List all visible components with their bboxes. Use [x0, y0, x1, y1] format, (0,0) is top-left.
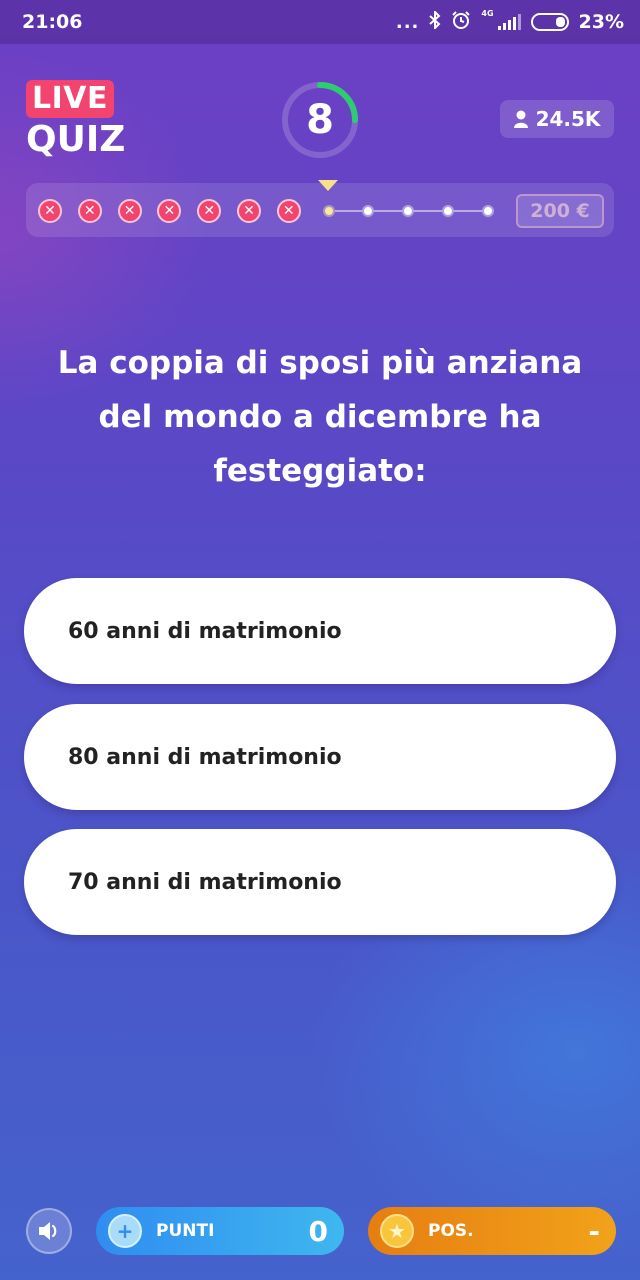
notification-dots: ... — [395, 11, 420, 33]
missed-step-icon: ✕ — [237, 199, 261, 223]
missed-step-icon: ✕ — [197, 199, 222, 223]
prize-badge: 200 € — [516, 194, 604, 228]
user-icon — [513, 110, 528, 128]
medal-icon: ★ — [380, 1214, 414, 1248]
countdown-timer: 8 — [280, 80, 360, 160]
speaker-icon — [39, 1222, 57, 1240]
signal-icon — [497, 14, 521, 30]
answer-option-1[interactable]: 60 anni di matrimonio — [24, 578, 616, 684]
status-icons: ... 4G 23% — [396, 10, 624, 34]
pending-step — [442, 205, 454, 217]
points-plus-icon: + — [108, 1214, 142, 1248]
position-pill: ★ POS. - — [368, 1207, 616, 1255]
missed-step-icon: ✕ — [38, 199, 62, 223]
answer-option-2[interactable]: 80 anni di matrimonio — [24, 704, 616, 810]
status-bar: 21:06 ... 4G 23% — [0, 0, 640, 44]
alarm-icon — [451, 10, 471, 34]
points-label: PUNTI — [156, 1221, 215, 1241]
position-value: - — [588, 1214, 600, 1248]
question-text: La coppia di sposi più anziana del mondo… — [57, 345, 583, 489]
current-question-pointer-icon — [318, 180, 338, 191]
points-value: 0 — [308, 1214, 328, 1248]
points-pill: + PUNTI 0 — [96, 1207, 344, 1255]
status-time: 21:06 — [22, 11, 83, 33]
position-label: POS. — [428, 1221, 474, 1241]
missed-step-icon: ✕ — [77, 199, 102, 223]
answer-option-3[interactable]: 70 anni di matrimonio — [24, 829, 616, 935]
missed-step-icon: ✕ — [117, 199, 142, 223]
missed-step-icon: ✕ — [276, 199, 301, 223]
logo-live-text: LIVE — [26, 80, 114, 118]
current-step — [322, 205, 335, 217]
viewer-count-value: 24.5K — [535, 107, 601, 131]
bluetooth-icon — [429, 9, 441, 33]
logo-quiz-text: QUIZ — [26, 119, 126, 160]
network-type: 4G — [481, 9, 494, 18]
battery-icon — [530, 13, 569, 31]
viewer-count: 24.5K — [500, 100, 614, 138]
sound-toggle-button[interactable] — [26, 1208, 72, 1254]
timer-value: 8 — [306, 97, 334, 143]
pending-step — [481, 205, 494, 217]
live-quiz-logo: LIVE QUIZ — [26, 80, 136, 160]
battery-percent: 23% — [578, 11, 624, 33]
